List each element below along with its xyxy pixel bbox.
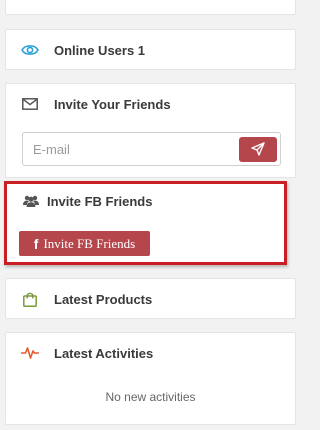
facebook-icon: f xyxy=(33,235,39,252)
latest-products-title: Latest Products xyxy=(54,291,153,307)
online-users-header: Online Users 1 xyxy=(6,30,295,70)
invite-fb-friends-button[interactable]: f Invite FB Friends xyxy=(19,231,150,256)
latest-products-panel: Latest Products xyxy=(5,278,296,319)
invite-fb-button-label: Invite FB Friends xyxy=(43,235,136,251)
invite-friends-panel: Invite Your Friends xyxy=(5,83,296,178)
heartbeat-icon xyxy=(21,344,39,362)
invite-fb-title: Invite FB Friends xyxy=(47,193,153,209)
invite-fb-header: Invite FB Friends xyxy=(23,190,152,212)
invite-friends-header: Invite Your Friends xyxy=(6,84,295,124)
top-panel-partial xyxy=(5,0,296,15)
no-activities-text: No new activities xyxy=(105,390,196,404)
latest-activities-header: Latest Activities xyxy=(6,333,295,373)
invite-fb-friends-panel: Invite FB Friends f Invite FB Friends xyxy=(4,181,287,265)
envelope-icon xyxy=(21,95,39,113)
send-invite-button[interactable] xyxy=(239,136,277,162)
online-users-label: Online Users 1 xyxy=(54,42,146,58)
shopping-bag-icon xyxy=(21,290,39,308)
paper-plane-icon xyxy=(251,142,265,156)
latest-activities-panel: Latest Activities No new activities xyxy=(5,332,296,425)
users-icon xyxy=(23,195,39,207)
email-input-group xyxy=(22,132,281,166)
online-users-panel: Online Users 1 xyxy=(5,29,296,70)
latest-products-header: Latest Products xyxy=(6,279,295,319)
email-field[interactable] xyxy=(23,134,239,164)
invite-friends-title: Invite Your Friends xyxy=(54,96,171,112)
latest-activities-title: Latest Activities xyxy=(54,345,154,361)
eye-icon xyxy=(21,41,39,59)
